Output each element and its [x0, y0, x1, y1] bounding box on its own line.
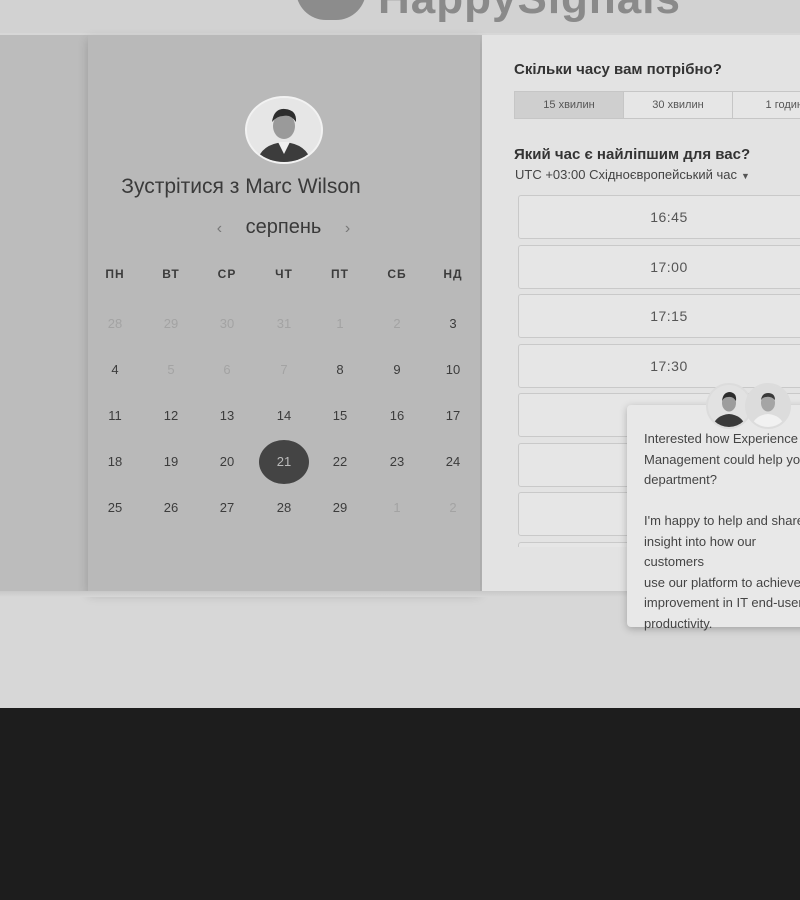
header: HappySignals — [0, 0, 800, 33]
calendar-day[interactable]: 28 — [264, 500, 304, 515]
calendar-day: 28 — [107, 316, 123, 331]
chevron-left-icon[interactable]: ‹ — [217, 220, 222, 238]
agent-avatar[interactable] — [745, 383, 791, 429]
calendar-day: 1 — [393, 500, 401, 515]
time-slot[interactable]: 17:00 — [518, 244, 800, 289]
calendar-day[interactable]: 16 — [377, 408, 417, 423]
calendar-day: 5 — [167, 362, 175, 377]
calendar-day[interactable]: 13 — [207, 408, 247, 423]
weekday-label: НД — [443, 267, 463, 281]
weekday-label: ЧТ — [275, 267, 293, 281]
calendar-day[interactable]: 22 — [320, 454, 360, 469]
logo-text: HappySignals — [378, 0, 681, 24]
calendar-day[interactable]: 8 — [320, 362, 360, 377]
calendar-day: 7 — [280, 362, 288, 377]
chat-popup[interactable]: Interested how Experience Management cou… — [627, 405, 800, 631]
calendar-day[interactable]: 17 — [433, 408, 473, 423]
weekday-label: СБ — [387, 267, 407, 281]
caret-down-icon: ▼ — [740, 171, 750, 181]
calendar-day[interactable]: 27 — [207, 500, 247, 515]
calendar-day: 30 — [219, 316, 235, 331]
calendar-day[interactable]: 19 — [151, 454, 191, 469]
calendar-day[interactable]: 3 — [433, 316, 473, 331]
calendar-day[interactable]: 29 — [320, 500, 360, 515]
timezone-label: UTC +03:00 Східноєвропейський час — [515, 167, 737, 182]
calendar-day[interactable]: 9 — [377, 362, 417, 377]
calendar-day[interactable]: 4 — [95, 362, 135, 377]
calendar-day: 2 — [393, 316, 401, 331]
weekday-label: СР — [217, 267, 237, 281]
calendar-day[interactable]: 15 — [320, 408, 360, 423]
calendar-day[interactable]: 11 — [95, 408, 135, 423]
duration-tab[interactable]: 30 хвилин — [624, 92, 733, 118]
host-avatar — [245, 96, 323, 164]
weekday-label: ПТ — [331, 267, 349, 281]
calendar-day[interactable]: 14 — [264, 408, 304, 423]
calendar-day-selected[interactable]: 21 — [259, 440, 309, 484]
calendar-day[interactable]: 18 — [95, 454, 135, 469]
timezone-select[interactable]: UTC +03:00 Східноєвропейський час ▼ — [515, 167, 750, 182]
time-slot[interactable]: 16:45 — [518, 195, 800, 239]
chevron-right-icon[interactable]: › — [345, 220, 350, 238]
logo-icon — [296, 0, 366, 20]
calendar-day[interactable]: 12 — [151, 408, 191, 423]
duration-tab[interactable]: 1 годину — [733, 92, 800, 118]
calendar-day[interactable]: 25 — [95, 500, 135, 515]
month-label: серпень — [245, 216, 322, 238]
duration-tab[interactable]: 15 хвилин — [515, 92, 624, 118]
calendar-day: 31 — [276, 316, 292, 331]
weekday-label: ПН — [105, 267, 125, 281]
calendar-day: 29 — [163, 316, 179, 331]
calendar-day[interactable]: 26 — [151, 500, 191, 515]
calendar-day[interactable]: 24 — [433, 454, 473, 469]
duration-tabs: 15 хвилин30 хвилин1 годину — [514, 91, 800, 119]
chat-message: Interested how Experience Management cou… — [644, 431, 800, 631]
weekday-label: ВТ — [162, 267, 180, 281]
calendar-day[interactable]: 10 — [433, 362, 473, 377]
calendar-day: 1 — [336, 316, 344, 331]
calendar-day: 6 — [223, 362, 231, 377]
time-slot[interactable]: 17:15 — [518, 294, 800, 338]
meeting-title: Зустрітися з Marc Wilson — [121, 175, 361, 198]
calendar-day[interactable]: 23 — [377, 454, 417, 469]
time-question: Який час є найліпшим для вас? — [514, 146, 751, 163]
calendar-day: 2 — [449, 500, 457, 515]
time-slot[interactable]: 17:30 — [518, 343, 800, 388]
calendar-day[interactable]: 20 — [207, 454, 247, 469]
duration-question: Скільки часу вам потрібно? — [514, 61, 722, 78]
